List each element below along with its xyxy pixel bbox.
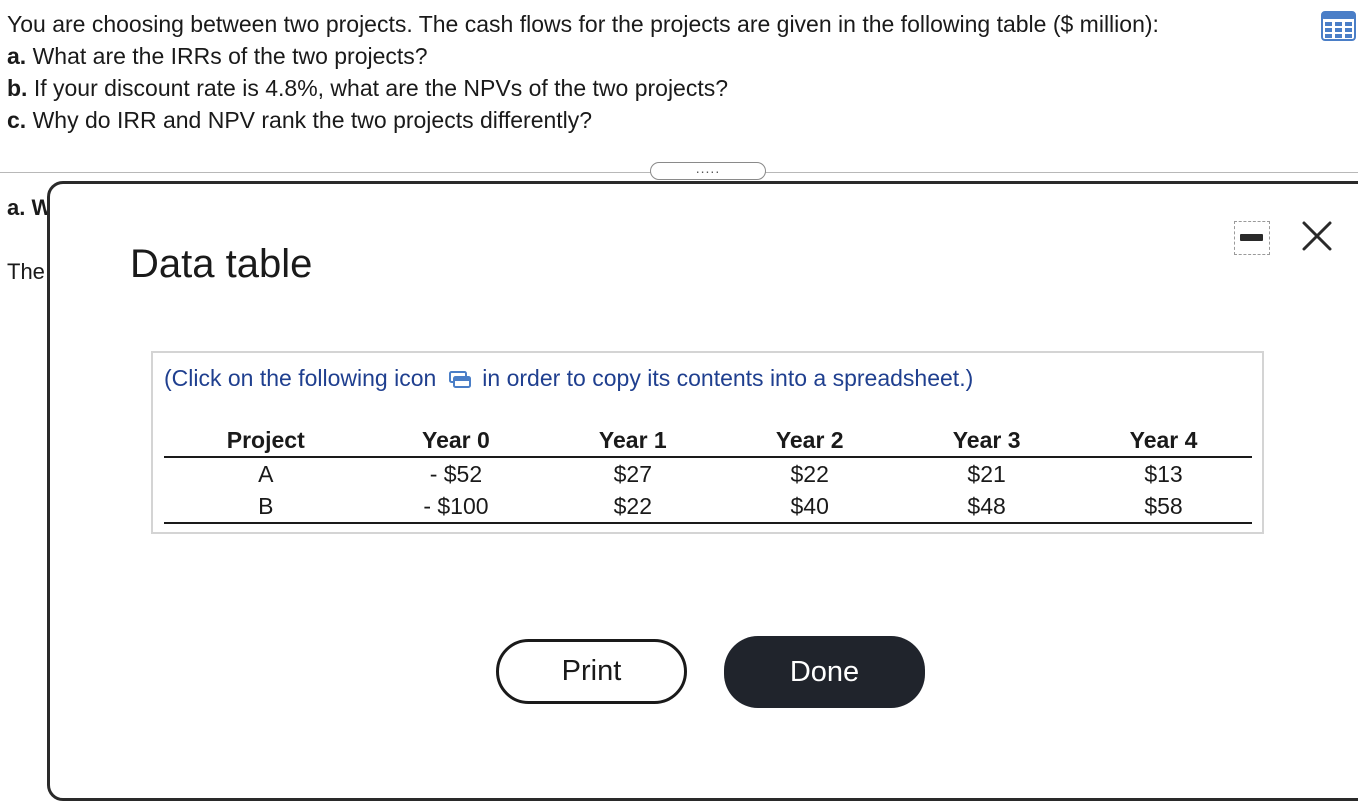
table-cell: B [164,490,368,524]
table-row: B - $100 $22 $40 $48 $58 [164,490,1252,524]
copy-to-spreadsheet-icon[interactable] [446,368,472,390]
column-header: Year 0 [367,425,545,458]
table-cell: - $52 [429,460,483,487]
column-header: Year 2 [721,425,899,458]
part-label: c. [7,107,27,133]
table-header-row: Project Year 0 Year 1 Year 2 Year 3 Year… [164,425,1252,458]
column-header: Year 3 [898,425,1076,458]
part-text: If your discount rate is 4.8%, what are … [33,75,729,101]
instruction-text-before: (Click on the following icon [164,365,437,391]
table-cell: - $100 [367,490,545,524]
column-header: Project [164,425,368,458]
done-button[interactable]: Done [724,636,925,708]
table-cell: $13 [1144,460,1183,487]
dialog-title: Data table [130,242,313,286]
table-row: A - $52 $27 $22 $21 $13 [164,457,1252,490]
background-answer-text: The [7,259,45,284]
question-text: You are choosing between two projects. T… [7,8,1159,136]
cash-flow-table: Project Year 0 Year 1 Year 2 Year 3 Year… [164,425,1252,524]
column-header: Year 1 [544,425,722,458]
background-answer-label: a. W [7,195,53,220]
table-cell: A [258,460,274,487]
question-part-b: b. If your discount rate is 4.8%, what a… [7,72,1159,104]
table-cell: $58 [1075,490,1252,524]
question-part-a: a. What are the IRRs of the two projects… [7,40,1159,72]
part-text: What are the IRRs of the two projects? [32,43,428,69]
table-cell: $48 [898,490,1076,524]
part-label: b. [7,75,28,101]
copy-instruction: (Click on the following icon in order to… [164,365,973,392]
table-cell: $40 [721,490,899,524]
part-text: Why do IRR and NPV rank the two projects… [32,107,593,133]
close-icon[interactable] [1299,218,1335,254]
data-table-panel: (Click on the following icon in order to… [151,351,1264,534]
print-button[interactable]: Print [496,639,687,704]
table-cell: $21 [967,460,1006,487]
minimize-button[interactable] [1234,221,1270,255]
part-label: a. [7,43,27,69]
question-intro: You are choosing between two projects. T… [7,11,1159,37]
data-table-dialog: Data table (Click on the following icon … [47,181,1358,801]
table-cell: $22 [790,460,829,487]
table-cell: $22 [544,490,722,524]
minimize-icon [1240,234,1263,241]
expand-toggle-button[interactable]: ..... [650,161,766,180]
instruction-text-after: in order to copy its contents into a spr… [482,365,974,391]
data-table-grid-icon[interactable] [1321,11,1356,41]
column-header: Year 4 [1075,425,1252,458]
question-part-c: c. Why do IRR and NPV rank the two proje… [7,104,1159,136]
table-cell: $27 [613,460,652,487]
